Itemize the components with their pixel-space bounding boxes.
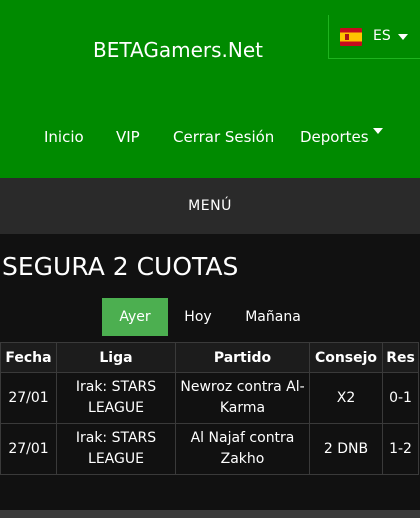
nav-item-vip[interactable]: VIP xyxy=(116,128,140,146)
cell-fecha: 27/01 xyxy=(0,372,57,424)
nav-item-cerrar-sesion[interactable]: Cerrar Sesión xyxy=(173,128,274,146)
site-header: BETAGamers.Net ES Inicio VIP Cerrar Sesi… xyxy=(0,0,420,178)
table-row: 27/01 Irak: STARS LEAGUE Al Najaf contra… xyxy=(0,423,419,475)
table-row: 27/01 Irak: STARS LEAGUE Newroz contra A… xyxy=(0,372,419,424)
column-header-liga: Liga xyxy=(56,342,176,373)
column-header-consejo: Consejo xyxy=(309,342,383,373)
table-header-row: Fecha Liga Partido Consejo Res xyxy=(0,342,419,373)
cell-consejo: X2 xyxy=(309,372,383,424)
tab-manana[interactable]: Mañana xyxy=(228,298,318,336)
spain-flag-icon xyxy=(340,28,362,46)
column-header-fecha: Fecha xyxy=(0,342,57,373)
cell-consejo: 2 DNB xyxy=(309,423,383,475)
main-nav: Inicio VIP Cerrar Sesión Deportes xyxy=(0,128,420,150)
language-code: ES xyxy=(373,28,391,44)
tab-ayer[interactable]: Ayer xyxy=(102,298,168,336)
page-title: SEGURA 2 CUOTAS xyxy=(2,252,239,281)
cell-res: 1-2 xyxy=(382,423,419,475)
nav-item-deportes[interactable]: Deportes xyxy=(300,128,369,146)
tab-hoy[interactable]: Hoy xyxy=(168,298,228,336)
predictions-table: Fecha Liga Partido Consejo Res 27/01 Ira… xyxy=(0,342,419,475)
cell-partido: Al Najaf contra Zakho xyxy=(175,423,310,475)
column-header-partido: Partido xyxy=(175,342,310,373)
menu-toggle[interactable]: MENÚ xyxy=(0,178,420,234)
nav-item-inicio[interactable]: Inicio xyxy=(44,128,84,146)
chevron-down-icon[interactable] xyxy=(373,128,383,134)
column-header-res: Res xyxy=(382,342,419,373)
cell-partido: Newroz contra Al-Karma xyxy=(175,372,310,424)
cell-fecha: 27/01 xyxy=(0,423,57,475)
cell-res: 0-1 xyxy=(382,372,419,424)
bottom-divider xyxy=(0,510,420,518)
cell-liga: Irak: STARS LEAGUE xyxy=(56,372,176,424)
language-selector[interactable]: ES xyxy=(328,15,420,59)
site-title[interactable]: BETAGamers.Net xyxy=(0,38,356,62)
chevron-down-icon xyxy=(398,34,408,40)
cell-liga: Irak: STARS LEAGUE xyxy=(56,423,176,475)
